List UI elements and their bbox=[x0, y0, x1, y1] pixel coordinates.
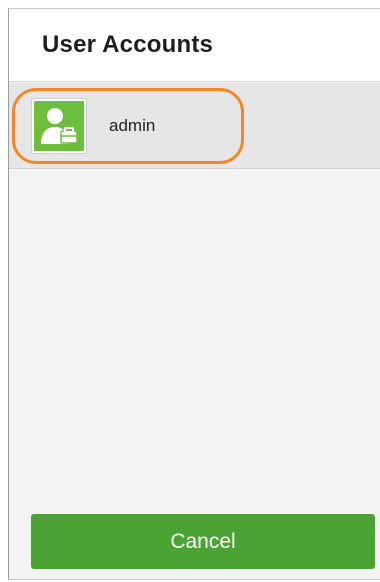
dialog-title: User Accounts bbox=[42, 31, 214, 58]
dialog-header: User Accounts bbox=[9, 9, 380, 82]
cancel-button[interactable]: Cancel bbox=[31, 514, 375, 569]
account-item-admin[interactable]: admin bbox=[9, 83, 380, 169]
account-name-label: admin bbox=[109, 116, 156, 135]
user-accounts-dialog: User Accounts admin Cancel bbox=[8, 8, 380, 580]
avatar bbox=[31, 98, 87, 154]
user-account-icon bbox=[34, 101, 84, 151]
